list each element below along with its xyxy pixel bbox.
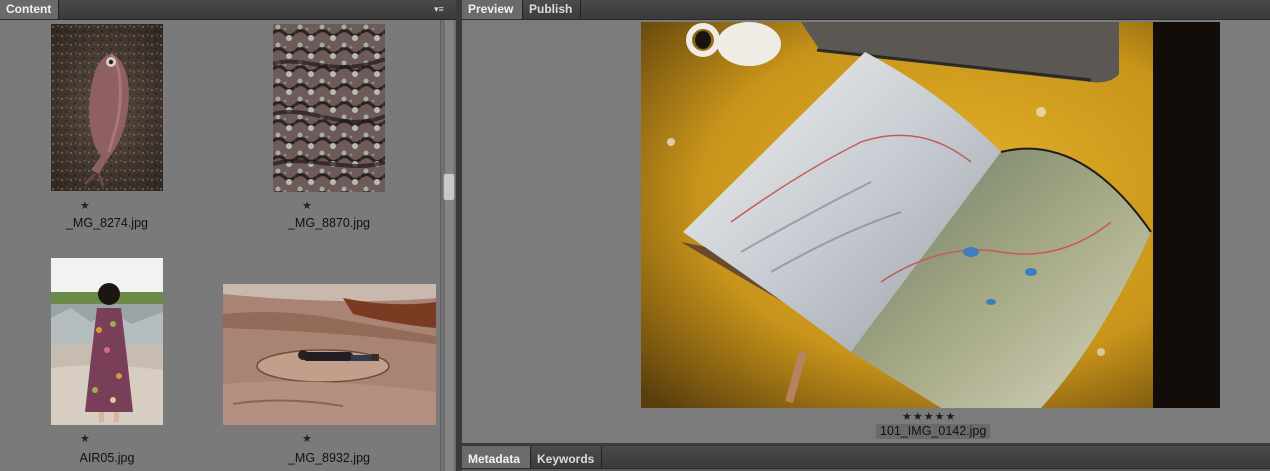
- thumbnail-fish[interactable]: [51, 24, 163, 191]
- metadata-panel: Metadata Keywords: [462, 446, 1270, 471]
- tab-keywords[interactable]: Keywords: [531, 446, 602, 468]
- preview-rating[interactable]: ★★★★★: [902, 410, 956, 423]
- thumbnail-filename: AIR05.jpg: [79, 451, 135, 465]
- content-panel: Content ▾≡ ★ _MG_8274.jpg ★ _MG_8870.jpg…: [0, 0, 456, 471]
- content-scrollbar[interactable]: [440, 20, 456, 471]
- thumbnail-woman[interactable]: [51, 258, 163, 425]
- preview-panel: Preview Publish ★★★★★ 101_IMG_0142.jpg: [462, 0, 1270, 444]
- tab-preview[interactable]: Preview: [462, 0, 523, 19]
- rating-star[interactable]: ★: [302, 201, 312, 212]
- scrollbar-thumb[interactable]: [443, 173, 455, 201]
- rating-star[interactable]: ★: [80, 201, 90, 212]
- panel-menu-icon[interactable]: ▾≡: [434, 4, 450, 15]
- thumbnail-filename: _MG_8870.jpg: [287, 216, 370, 230]
- thumbnail-filename: _MG_8932.jpg: [287, 451, 370, 465]
- preview-filename: 101_IMG_0142.jpg: [876, 424, 991, 439]
- rating-star[interactable]: ★: [80, 434, 90, 445]
- tab-publish[interactable]: Publish: [523, 0, 581, 19]
- metadata-tab-bar: Metadata Keywords: [462, 446, 1270, 469]
- preview-tab-bar: Preview Publish: [462, 0, 1270, 20]
- thumbnail-filename: _MG_8274.jpg: [65, 216, 148, 230]
- rating-star[interactable]: ★: [302, 434, 312, 445]
- tab-metadata[interactable]: Metadata: [462, 446, 531, 468]
- scrollbar-track[interactable]: [444, 20, 455, 471]
- thumbnail-man-on-rock[interactable]: [223, 284, 436, 425]
- content-tab-bar: Content ▾≡: [0, 0, 456, 20]
- content-grid: ★ _MG_8274.jpg ★ _MG_8870.jpg ★ AIR05.jp…: [0, 20, 440, 471]
- preview-image: [641, 22, 1220, 408]
- thumbnail-lichen[interactable]: [273, 24, 385, 192]
- tab-content[interactable]: Content: [0, 0, 59, 19]
